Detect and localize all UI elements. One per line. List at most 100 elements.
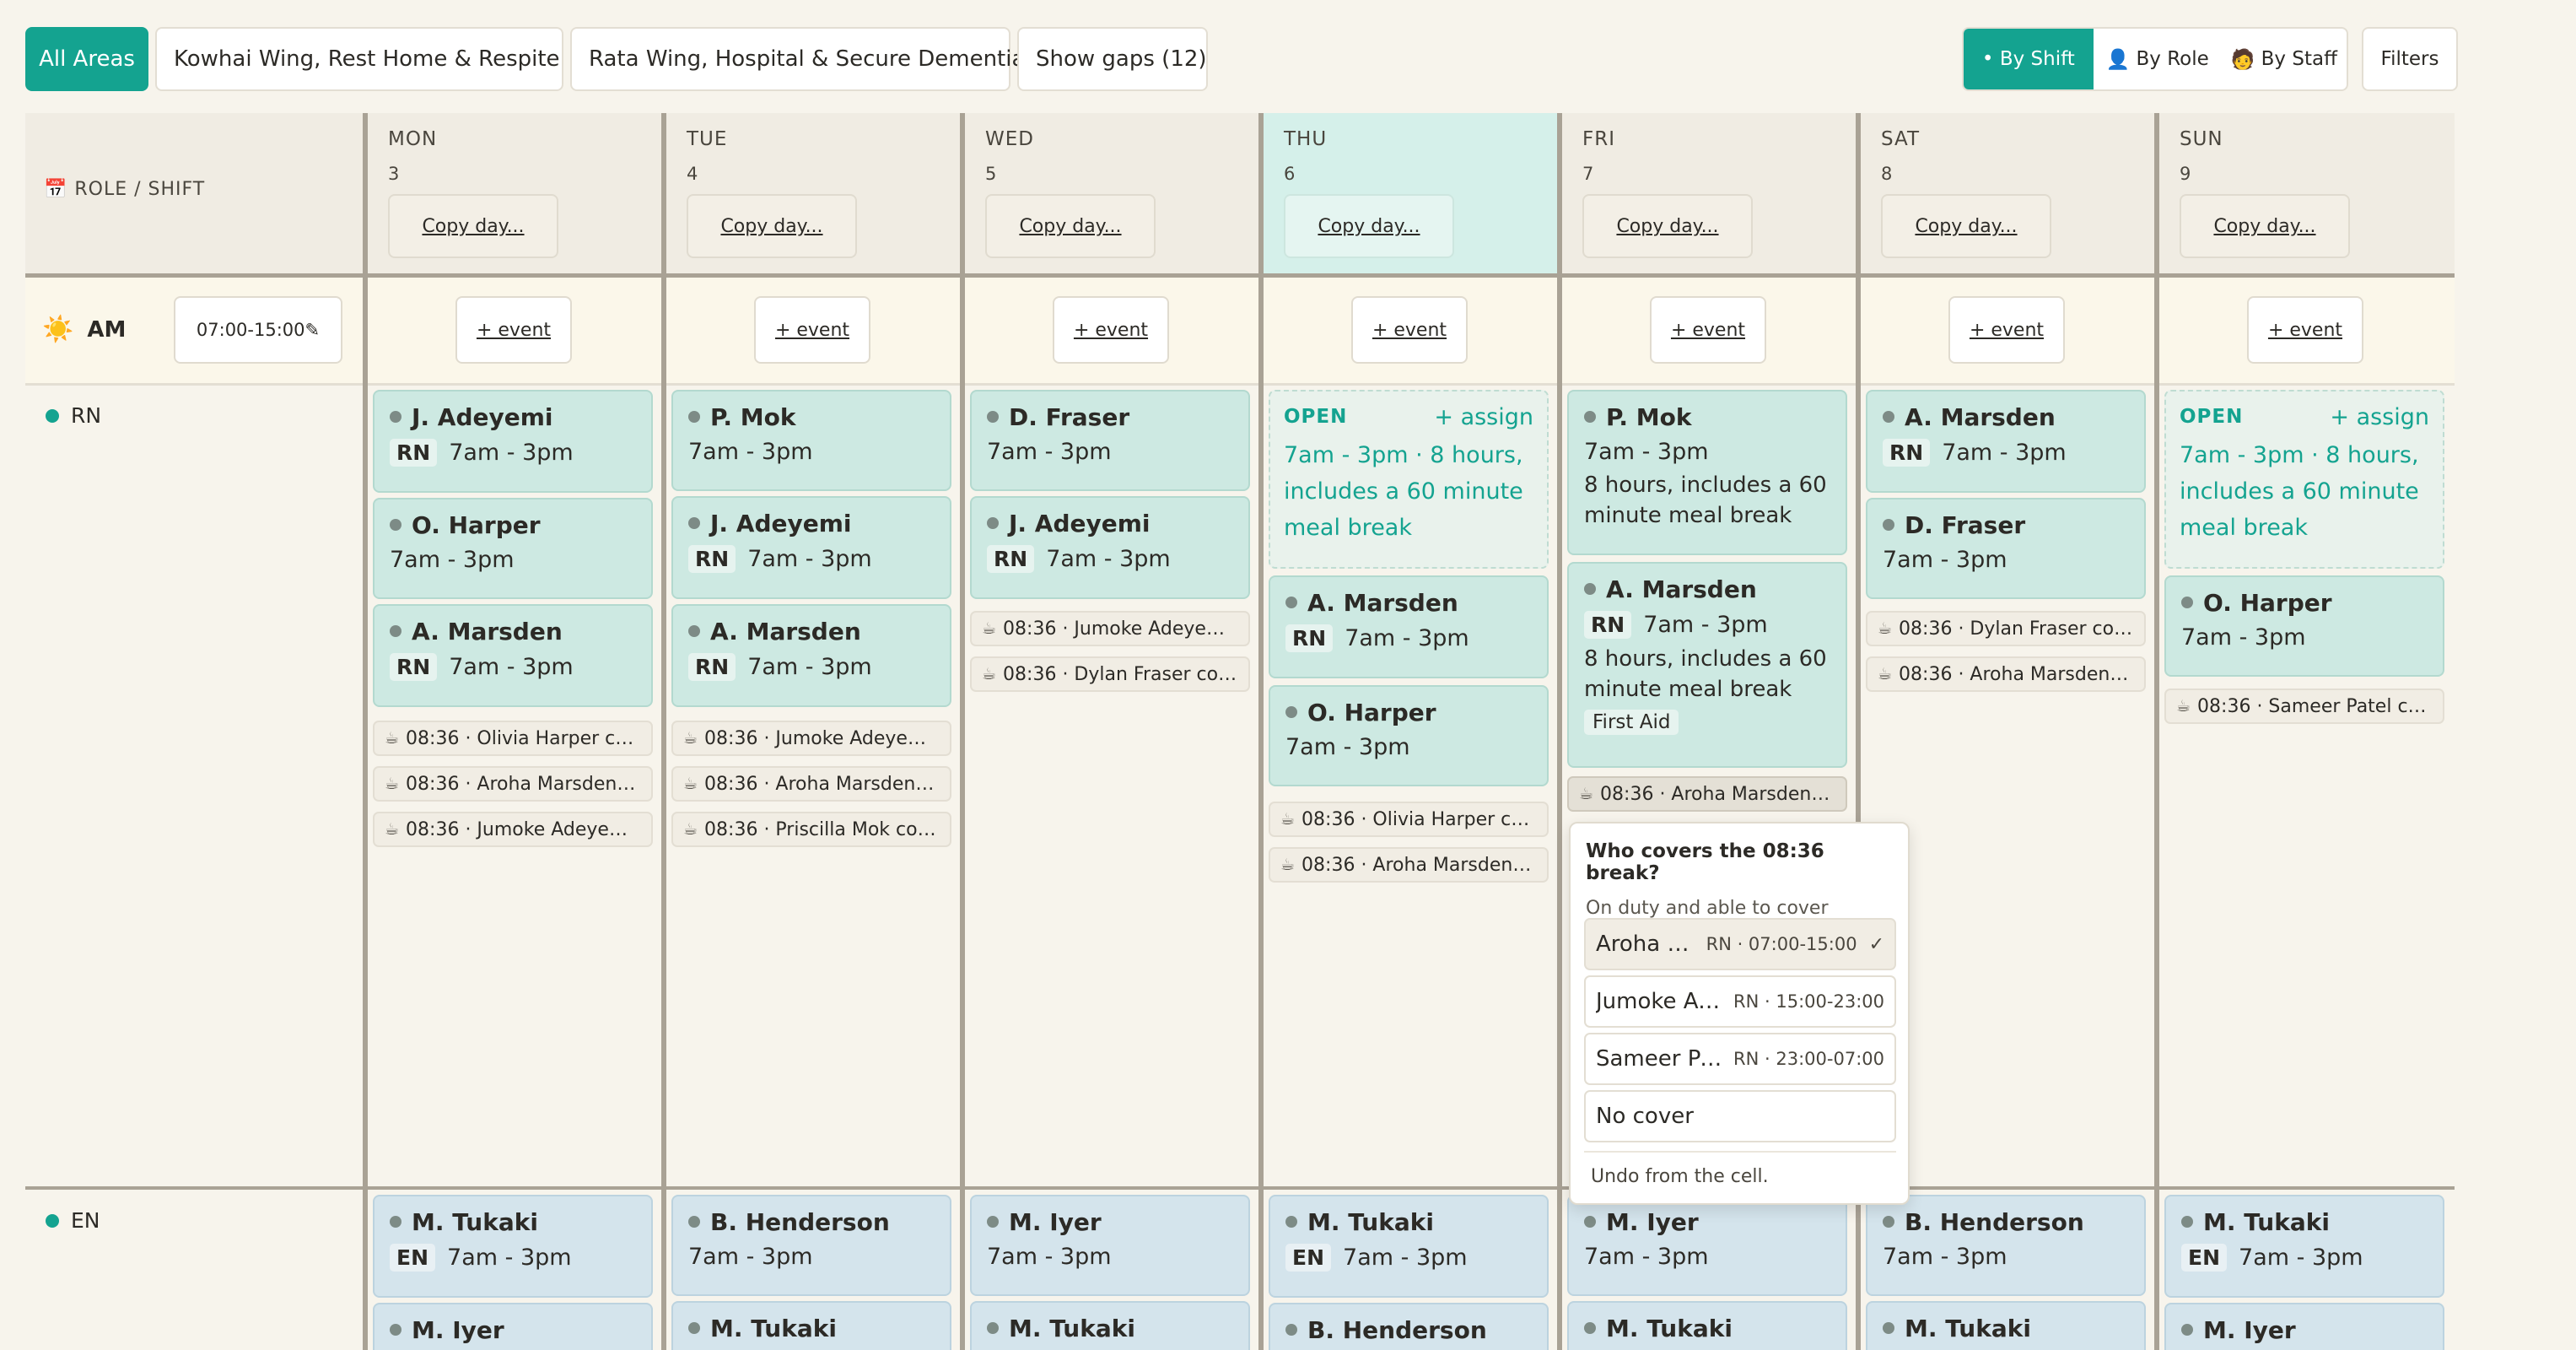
view-by-role[interactable]: 👤 By Role: [2094, 29, 2222, 89]
shift-card[interactable]: J. Adeyemi RN 7am - 3pm: [671, 496, 951, 599]
copy-day-button[interactable]: Copy day...: [1881, 194, 2051, 258]
skill-tag: First Aid: [1584, 710, 1679, 735]
break-cover-chip[interactable]: ☕ 08:36 · Olivia Harper covers: [1269, 802, 1549, 837]
break-cover-chip[interactable]: ☕08:36 · Aroha Marsden covers: [1866, 656, 2146, 692]
copy-day-button[interactable]: Copy day...: [388, 194, 558, 258]
shift-card[interactable]: M. Tukaki: [1567, 1301, 1847, 1350]
break-cover-chip[interactable]: ☕08:36 · Aroha Marsden covers: [373, 766, 653, 802]
copy-day-button[interactable]: Copy day...: [687, 194, 857, 258]
copy-day-button[interactable]: Copy day...: [2180, 194, 2350, 258]
break-cover-chip-selected[interactable]: ☕08:36 · Aroha Marsden covers: [1567, 776, 1847, 812]
status-dot-icon: [390, 519, 401, 531]
role-label-en: EN: [46, 1208, 100, 1233]
open-shift-card[interactable]: OPEN + assign 7am - 3pm · 8 hours, inclu…: [2164, 390, 2444, 569]
break-cover-chip[interactable]: ☕08:36 · Jumoke Adeyemi covers: [373, 812, 653, 847]
break-cover-chip[interactable]: ☕08:36 · Aroha Marsden covers: [671, 766, 951, 802]
area-filter-rata[interactable]: Rata Wing, Hospital & Secure Dementia: [570, 27, 1025, 91]
add-event-button-fri[interactable]: + event: [1650, 296, 1766, 364]
status-dot-icon: [1883, 519, 1894, 531]
copy-day-button[interactable]: Copy day...: [1582, 194, 1753, 258]
shift-card[interactable]: M. Tukaki EN 7am - 3pm: [373, 1195, 653, 1298]
coffee-cup-icon: ☕: [683, 820, 698, 839]
top-bar: All Areas Kowhai Wing, Rest Home & Respi…: [25, 27, 2576, 94]
shift-card[interactable]: A. Marsden RN 7am - 3pm: [1866, 390, 2146, 493]
shift-card[interactable]: J. Adeyemi RN 7am - 3pm: [373, 390, 653, 493]
break-cover-chip[interactable]: ☕08:36 · Aroha Marsden covers: [1269, 847, 1549, 883]
status-dot-icon: [2181, 597, 2193, 608]
shift-card[interactable]: J. Adeyemi RN 7am - 3pm: [970, 496, 1250, 599]
shift-card[interactable]: M. Tukaki EN 7am - 3pm: [1269, 1195, 1549, 1298]
shift-card[interactable]: M. Iyer 7am - 3pm: [970, 1195, 1250, 1296]
shift-card[interactable]: M. Tukaki: [1866, 1301, 2146, 1350]
status-dot-icon: [987, 1216, 999, 1228]
shift-card[interactable]: D. Fraser 7am - 3pm: [970, 390, 1250, 491]
view-by-shift[interactable]: • By Shift: [1964, 29, 2094, 89]
copy-day-button[interactable]: Copy day...: [985, 194, 1156, 258]
status-dot-icon: [390, 411, 401, 423]
day-header-tue: TUE 4 Copy day...: [666, 113, 960, 273]
filters-button[interactable]: Filters: [2362, 27, 2458, 91]
status-dot-icon: [688, 517, 700, 529]
cover-option-sameer[interactable]: Sameer Patel RN · 23:00-07:00: [1584, 1033, 1896, 1085]
status-dot-icon: [1883, 1322, 1894, 1334]
add-event-button-sun[interactable]: + event: [2247, 296, 2363, 364]
status-dot-icon: [390, 625, 401, 637]
area-filter-all[interactable]: All Areas: [25, 27, 148, 91]
role-badge: RN: [390, 653, 438, 681]
break-cover-chip[interactable]: ☕08:36 · Sameer Patel covers: [2164, 688, 2444, 724]
coffee-cup-icon: ☕: [683, 775, 698, 793]
shift-card[interactable]: M. Iyer: [373, 1303, 653, 1350]
copy-day-button[interactable]: Copy day...: [1284, 194, 1454, 258]
show-gaps-button[interactable]: Show gaps (12): [1017, 27, 1208, 91]
shift-card[interactable]: A. Marsden RN 7am - 3pm: [373, 604, 653, 707]
shift-card[interactable]: M. Tukaki: [671, 1301, 951, 1350]
break-cover-chip[interactable]: ☕ 08:36 · Olivia Harper covers: [373, 721, 653, 756]
open-shift-card[interactable]: OPEN + assign 7am - 3pm · 8 hours, inclu…: [1269, 390, 1549, 569]
shift-card[interactable]: O. Harper 7am - 3pm: [2164, 575, 2444, 677]
view-by-staff[interactable]: 🧑 By Staff: [2222, 29, 2347, 89]
shift-card[interactable]: M. Tukaki EN 7am - 3pm: [2164, 1195, 2444, 1298]
shift-card[interactable]: P. Mok 7am - 3pm: [671, 390, 951, 491]
break-cover-chip[interactable]: ☕ 08:36 · Priscilla Mok covers: [671, 812, 951, 847]
shift-card[interactable]: M. Tukaki: [970, 1301, 1250, 1350]
status-dot-icon: [987, 517, 999, 529]
shift-card[interactable]: M. Iyer 7am - 3pm: [1567, 1195, 1847, 1296]
break-cover-chip[interactable]: ☕ 08:36 · Dylan Fraser covers: [970, 656, 1250, 692]
shift-card[interactable]: O. Harper 7am - 3pm: [373, 498, 653, 599]
break-cover-chip[interactable]: ☕08:36 · Jumoke Adeyemi covers: [671, 721, 951, 756]
role-dot-icon: [46, 408, 59, 423]
add-event-button-thu[interactable]: + event: [1351, 296, 1468, 364]
add-event-button-sat[interactable]: + event: [1948, 296, 2065, 364]
cover-option-aroha[interactable]: Aroha Marsden RN · 07:00-15:00 ✓: [1584, 918, 1896, 970]
shift-card[interactable]: B. Henderson 7am - 3pm: [1866, 1195, 2146, 1296]
coffee-cup-icon: ☕: [1280, 856, 1296, 874]
status-dot-icon: [1584, 1322, 1596, 1334]
day-header-sat: SAT 8 Copy day...: [1861, 113, 2154, 273]
status-dot-icon: [688, 1216, 700, 1228]
add-event-button-wed[interactable]: + event: [1053, 296, 1169, 364]
coffee-cup-icon: ☕: [1878, 665, 1893, 683]
assign-button[interactable]: + assign: [1434, 404, 1533, 430]
cover-option-no-cover[interactable]: No cover: [1584, 1090, 1896, 1142]
shift-card[interactable]: B. Henderson 7am - 3pm: [671, 1195, 951, 1296]
assign-button[interactable]: + assign: [2330, 404, 2429, 430]
add-event-button-tue[interactable]: + event: [754, 296, 870, 364]
shift-card[interactable]: A. Marsden RN 7am - 3pm: [1269, 575, 1549, 678]
shift-card[interactable]: O. Harper 7am - 3pm: [1269, 685, 1549, 786]
shift-card[interactable]: B. Henderson: [1269, 1303, 1549, 1350]
shift-time-edit-button[interactable]: 07:00-15:00✎: [174, 296, 342, 364]
break-cover-chip[interactable]: ☕ 08:36 · Dylan Fraser covers: [1866, 611, 2146, 646]
shift-card[interactable]: A. Marsden RN 7am - 3pm: [671, 604, 951, 707]
dot-icon: •: [1981, 48, 1994, 70]
shift-card[interactable]: P. Mok 7am - 3pm 8 hours, includes a 60 …: [1567, 390, 1847, 555]
area-filter-kowhai[interactable]: Kowhai Wing, Rest Home & Respite: [155, 27, 563, 91]
cover-option-jumoke[interactable]: Jumoke Adeyemi RN · 15:00-23:00: [1584, 975, 1896, 1028]
shift-card[interactable]: M. Iyer: [2164, 1303, 2444, 1350]
add-event-button-mon[interactable]: + event: [455, 296, 572, 364]
break-cover-chip[interactable]: ☕08:36 · Jumoke Adeyemi covers: [970, 611, 1250, 646]
shift-card[interactable]: D. Fraser 7am - 3pm: [1866, 498, 2146, 599]
day-header-fri: FRI 7 Copy day...: [1562, 113, 1856, 273]
shift-card[interactable]: A. Marsden RN 7am - 3pm 8 hours, includes…: [1567, 562, 1847, 768]
column-divider: [661, 113, 666, 1350]
role-label-rn: RN: [46, 403, 101, 428]
